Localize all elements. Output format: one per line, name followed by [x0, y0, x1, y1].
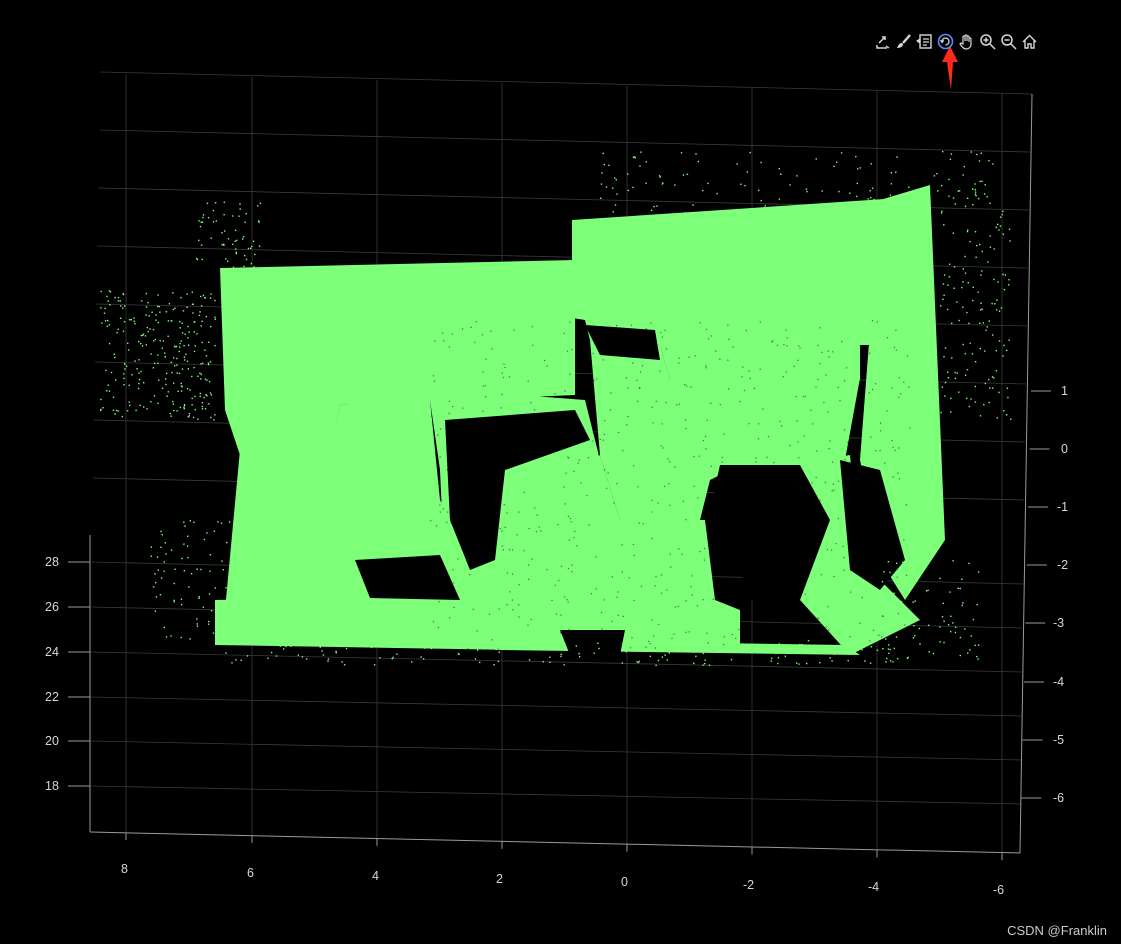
- rotate-icon[interactable]: [936, 31, 955, 51]
- zoom-in-icon[interactable]: [978, 31, 997, 51]
- x-tick-label: 4: [372, 869, 379, 883]
- x-tick-label: -4: [868, 880, 880, 894]
- z-tick-label: -4: [1053, 675, 1065, 689]
- watermark: CSDN @Franklin: [1007, 923, 1107, 938]
- z-tick-label: -2: [1057, 558, 1069, 572]
- z-tick-label: -1: [1057, 500, 1069, 514]
- y-tick-label: 28: [45, 555, 59, 569]
- z-tick-label: -3: [1053, 616, 1065, 630]
- y-tick-label: 22: [45, 690, 59, 704]
- y-tick-label: 18: [45, 779, 59, 793]
- brush-icon[interactable]: [894, 31, 913, 51]
- annotation-arrow: [942, 46, 958, 90]
- point-cloud: [100, 150, 1012, 667]
- pan-icon[interactable]: [957, 31, 976, 51]
- y-tick-label: 26: [45, 600, 59, 614]
- export-icon[interactable]: [873, 31, 892, 51]
- x-tick-label: 6: [247, 866, 254, 880]
- zoom-out-icon[interactable]: [999, 31, 1018, 51]
- axes-toolbar: [873, 30, 1039, 52]
- z-tick-label: -6: [1053, 791, 1065, 805]
- x-tick-label: 8: [121, 862, 128, 876]
- x-tick-label: -2: [743, 878, 755, 892]
- z-tick-label: -5: [1053, 733, 1065, 747]
- x-tick-label: -6: [993, 883, 1005, 897]
- z-tick-label: 0: [1061, 442, 1068, 456]
- y-tick-label: 20: [45, 734, 59, 748]
- x-tick-label: 2: [496, 872, 503, 886]
- z-tick-label: 1: [1061, 384, 1068, 398]
- point-cloud-plot[interactable]: [0, 0, 1121, 944]
- home-icon[interactable]: [1020, 31, 1039, 51]
- y-tick-label: 24: [45, 645, 59, 659]
- datatips-icon[interactable]: [915, 31, 934, 51]
- x-tick-label: 0: [621, 875, 628, 889]
